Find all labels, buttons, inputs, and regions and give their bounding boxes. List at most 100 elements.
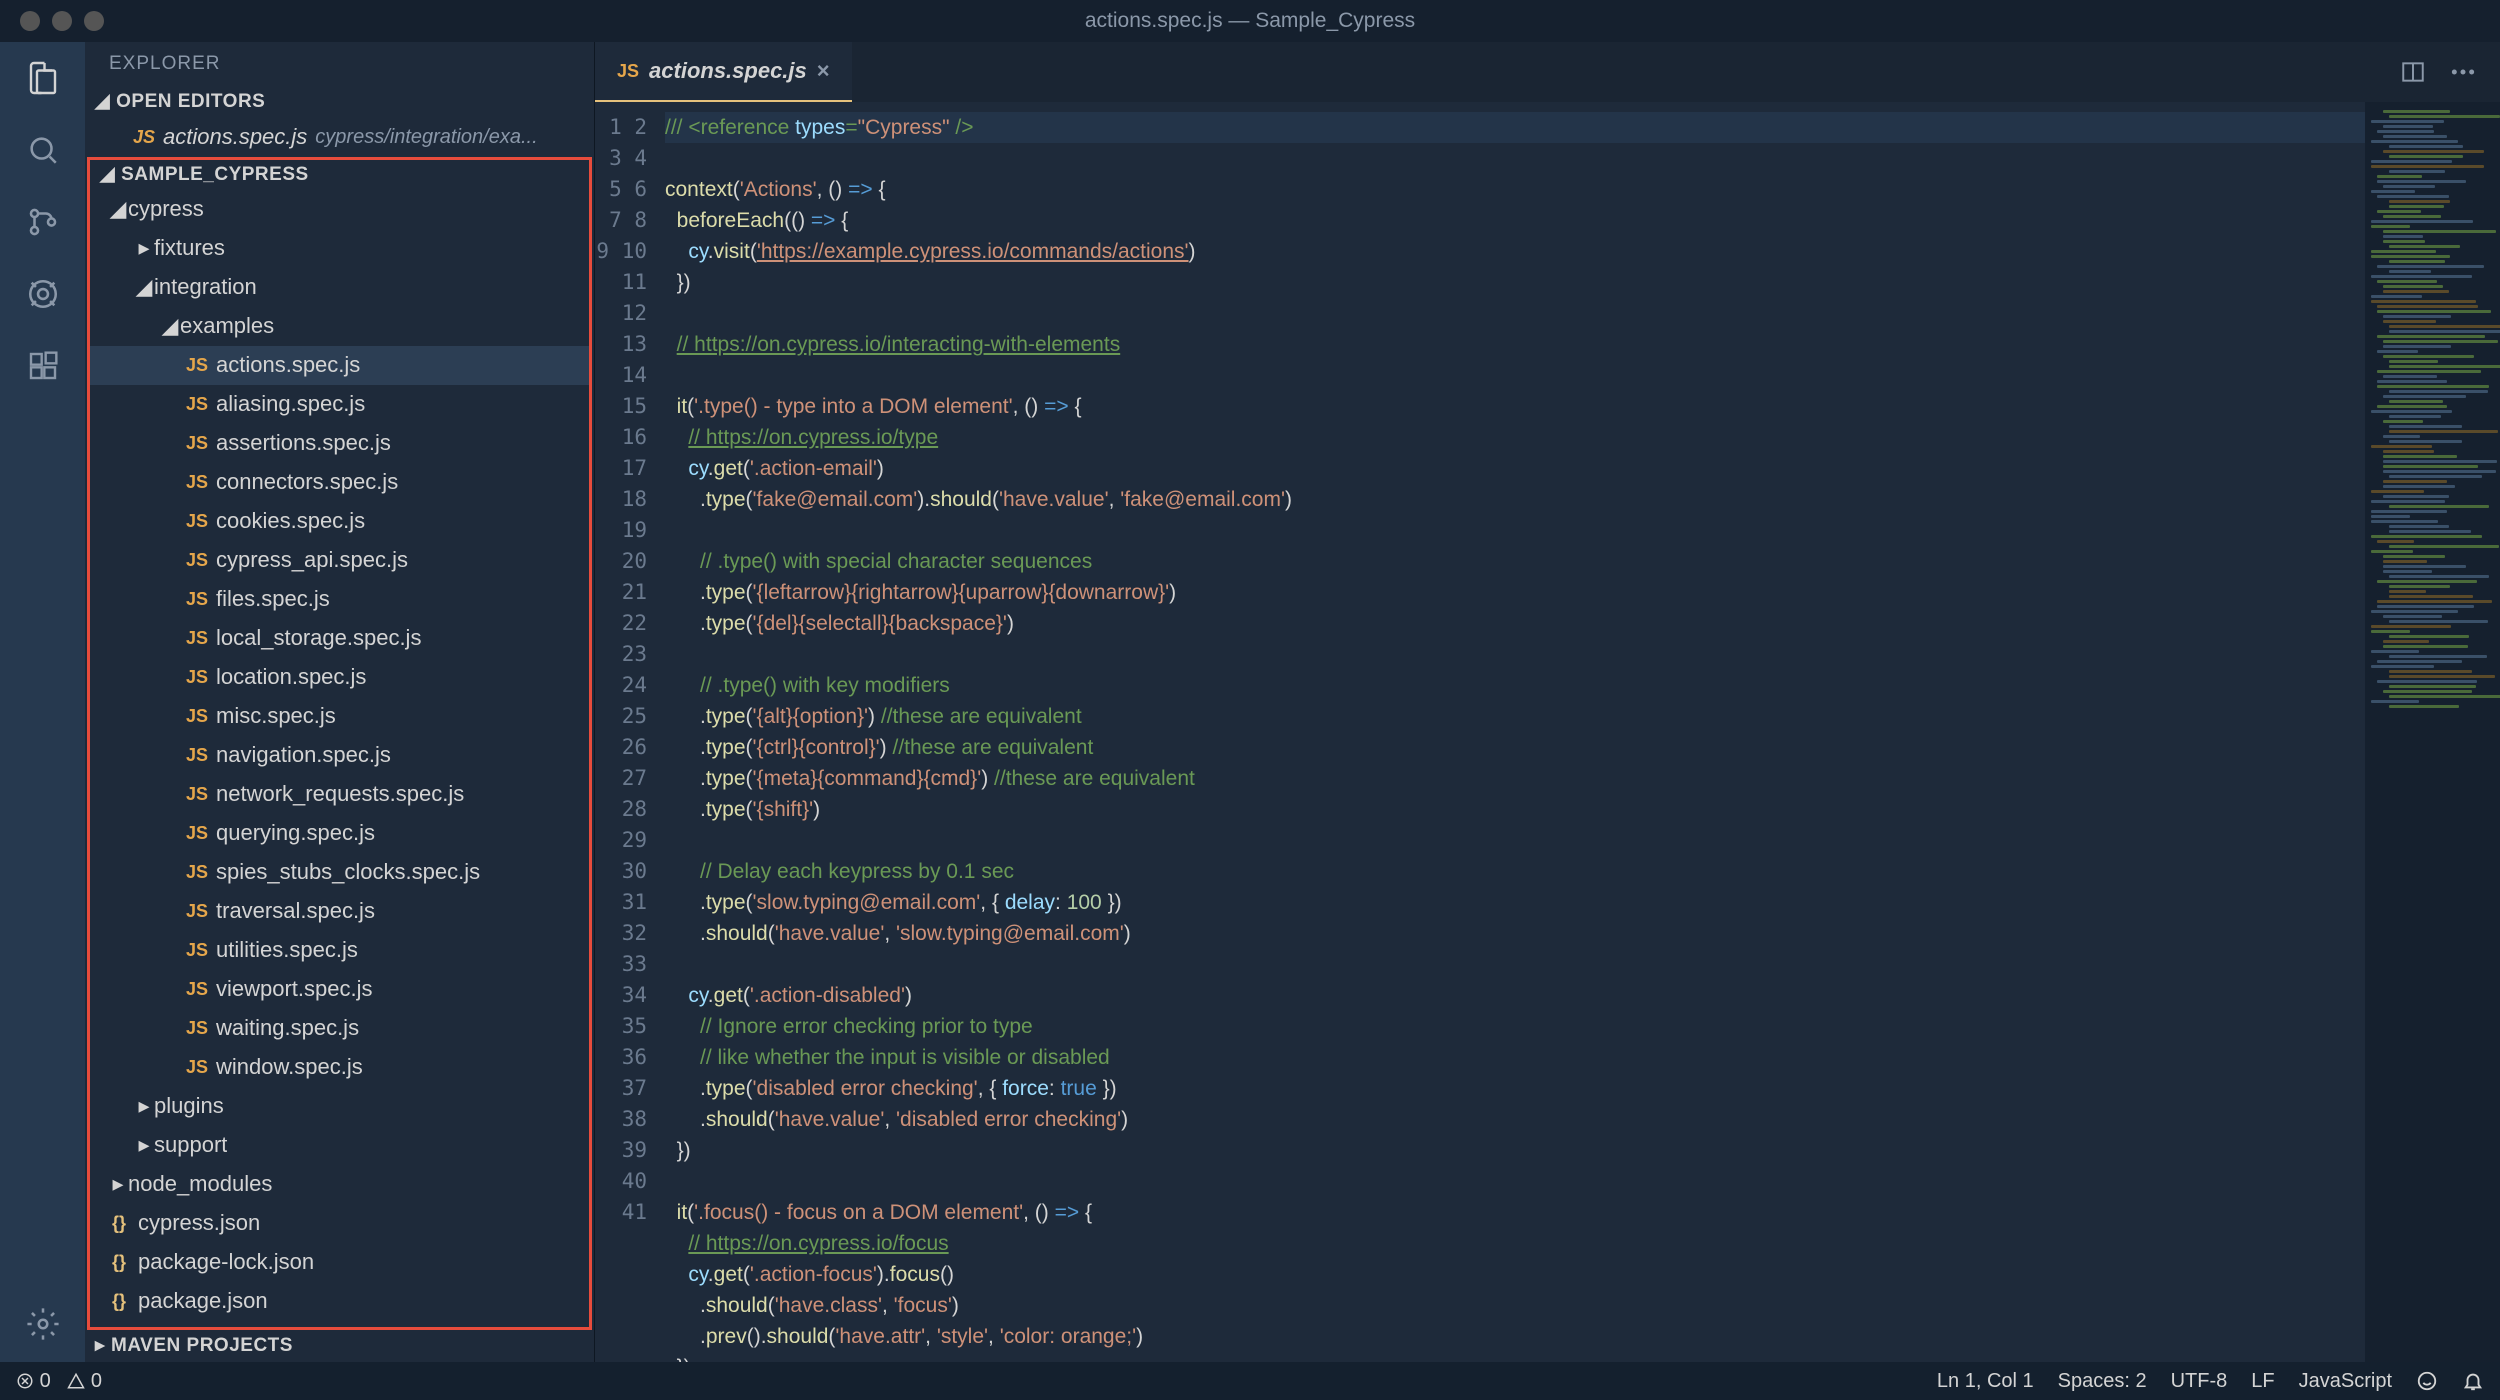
folder-integration[interactable]: ◢integration [90,268,589,307]
gear-icon[interactable] [23,1304,63,1344]
tab-bar: JS actions.spec.js × [595,42,2500,102]
chevron-down-icon: ◢ [134,274,154,300]
tab-actions-spec[interactable]: JS actions.spec.js × [595,42,852,102]
traffic-close[interactable] [20,11,40,31]
traffic-lights [0,11,104,31]
files-icon[interactable] [23,58,63,98]
file-local_storage-spec-js[interactable]: JSlocal_storage.spec.js [90,619,589,658]
maven-projects-header[interactable]: ▸ MAVEN PROJECTS [85,1330,594,1362]
feedback-icon[interactable] [2416,1370,2438,1392]
project-header[interactable]: ◢ SAMPLE_CYPRESS [87,157,592,190]
js-icon: JS [186,667,208,688]
folder-fixtures[interactable]: ▸fixtures [90,229,589,268]
close-icon[interactable]: × [817,58,830,84]
folder-node_modules[interactable]: ▸node_modules [90,1165,589,1204]
file-querying-spec-js[interactable]: JSquerying.spec.js [90,814,589,853]
file-viewport-spec-js[interactable]: JS viewport.spec.js [90,970,589,1009]
js-icon: JS [186,472,208,493]
code-content[interactable]: /// <reference types="Cypress" /> contex… [665,102,2365,1362]
open-editors-header[interactable]: ◢ OPEN EDITORS [85,86,594,118]
json-icon: {} [108,1252,130,1273]
folder-examples[interactable]: ◢examples [90,307,589,346]
js-icon: JS [617,61,639,82]
bell-icon[interactable] [2462,1370,2484,1392]
js-icon: JS [186,550,208,571]
file-assertions-spec-js[interactable]: JSassertions.spec.js [90,424,589,463]
extensions-icon[interactable] [23,346,63,386]
file-name: traversal.spec.js [216,898,375,924]
eol[interactable]: LF [2251,1370,2274,1393]
language-mode[interactable]: JavaScript [2299,1370,2392,1393]
problems-badge[interactable]: 0 0 [16,1370,102,1393]
indent-setting[interactable]: Spaces: 2 [2058,1370,2147,1393]
file-waiting-spec-js[interactable]: JSwaiting.spec.js [90,1009,589,1048]
file-window-spec-js[interactable]: JSwindow.spec.js [90,1048,589,1087]
js-icon: JS [186,589,208,610]
file-name: package-lock.json [138,1249,314,1275]
sidebar: EXPLORER ◢ OPEN EDITORS JSactions.spec.j… [85,42,595,1362]
folder-plugins[interactable]: ▸plugins [90,1087,589,1126]
folder-name: support [154,1132,227,1158]
chevron-right-icon: ▸ [134,1132,154,1158]
chevron-right-icon: ▸ [134,1093,154,1119]
folder-name: fixtures [154,235,225,261]
search-icon[interactable] [23,130,63,170]
source-control-icon[interactable] [23,202,63,242]
file-tree: ◢cypress▸fixtures◢integration◢examplesJS… [87,190,592,1330]
chevron-down-icon: ◢ [95,90,110,113]
file-name: utilities.spec.js [216,937,358,963]
js-icon: JS [186,1057,208,1078]
file-name: spies_stubs_clocks.spec.js [216,859,480,885]
cursor-position[interactable]: Ln 1, Col 1 [1937,1370,2034,1393]
file-spies_stubs_clocks-spec-js[interactable]: JS spies_stubs_clocks.spec.js [90,853,589,892]
js-icon: JS [186,784,208,805]
file-misc-spec-js[interactable]: JSmisc.spec.js [90,697,589,736]
file-name: actions.spec.js [216,352,360,378]
file-name: cypress.json [138,1210,260,1236]
debug-icon[interactable] [23,274,63,314]
file-utilities-spec-js[interactable]: JSutilities.spec.js [90,931,589,970]
file-cypress-json[interactable]: {} cypress.json [90,1204,589,1243]
minimap[interactable] [2365,102,2500,1362]
file-network_requests-spec-js[interactable]: JS network_requests.spec.js [90,775,589,814]
traffic-zoom[interactable] [84,11,104,31]
open-editors-label: OPEN EDITORS [116,91,265,113]
chevron-right-icon: ▸ [134,235,154,261]
file-package-json[interactable]: {} package.json [90,1282,589,1321]
js-icon: JS [186,511,208,532]
json-icon: {} [108,1291,130,1312]
file-cookies-spec-js[interactable]: JS cookies.spec.js [90,502,589,541]
activity-bar [0,42,85,1362]
file-name: files.spec.js [216,586,330,612]
file-files-spec-js[interactable]: JS files.spec.js [90,580,589,619]
js-icon: JS [186,979,208,1000]
open-editors-list: JSactions.spec.jscypress/integration/exa… [85,118,594,157]
file-name: cookies.spec.js [216,508,365,534]
file-name: viewport.spec.js [216,976,373,1002]
code-editor[interactable]: 1 2 3 4 5 6 7 8 9 10 11 12 13 14 15 16 1… [595,102,2500,1362]
split-editor-icon[interactable] [2400,59,2426,85]
js-icon: JS [186,862,208,883]
folder-cypress[interactable]: ◢cypress [90,190,589,229]
file-location-spec-js[interactable]: JSlocation.spec.js [90,658,589,697]
file-traversal-spec-js[interactable]: JStraversal.spec.js [90,892,589,931]
file-package-lock-json[interactable]: {} package-lock.json [90,1243,589,1282]
file-name: package.json [138,1288,268,1314]
file-cypress_api-spec-js[interactable]: JScypress_api.spec.js [90,541,589,580]
file-aliasing-spec-js[interactable]: JSaliasing.spec.js [90,385,589,424]
traffic-minimize[interactable] [52,11,72,31]
folder-name: plugins [154,1093,224,1119]
file-connectors-spec-js[interactable]: JSconnectors.spec.js [90,463,589,502]
more-icon[interactable] [2450,68,2476,76]
js-icon: JS [186,706,208,727]
js-icon: JS [186,745,208,766]
open-editor-item[interactable]: JSactions.spec.jscypress/integration/exa… [85,118,594,157]
chevron-right-icon: ▸ [95,1334,105,1357]
json-icon: {} [108,1213,130,1234]
folder-support[interactable]: ▸support [90,1126,589,1165]
folder-name: cypress [128,196,204,222]
file-actions-spec-js[interactable]: JSactions.spec.js [90,346,589,385]
encoding[interactable]: UTF-8 [2171,1370,2228,1393]
file-navigation-spec-js[interactable]: JSnavigation.spec.js [90,736,589,775]
file-name: network_requests.spec.js [216,781,464,807]
